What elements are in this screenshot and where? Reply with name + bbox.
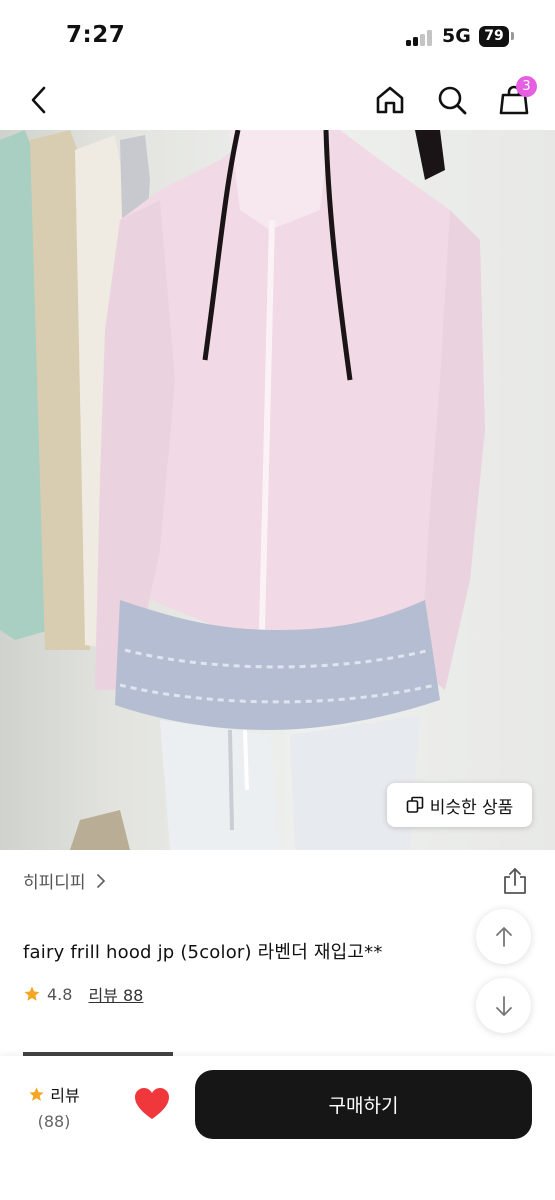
- copy-icon: [406, 796, 423, 813]
- rating-row: 4.8 리뷰 88: [23, 982, 143, 1006]
- shop-link[interactable]: 히피디피: [23, 868, 106, 893]
- product-title: fairy frill hood jp (5color) 라벤더 재입고**: [23, 942, 383, 963]
- scroll-up-button[interactable]: [476, 909, 531, 964]
- shop-name: 히피디피: [23, 873, 86, 893]
- chevron-left-icon: [31, 86, 46, 114]
- review-link[interactable]: 리뷰 88: [88, 982, 143, 1006]
- share-button[interactable]: [500, 866, 530, 896]
- similar-products-label: 비슷한 상품: [429, 797, 514, 818]
- chevron-right-icon: [96, 873, 105, 888]
- home-icon: [376, 86, 404, 114]
- review-tab[interactable]: 리뷰 (88): [22, 1082, 86, 1131]
- arrow-down-icon: [495, 995, 512, 1016]
- scroll-down-button[interactable]: [476, 978, 531, 1033]
- rating-value: 4.8: [47, 984, 73, 1004]
- review-tab-label: 리뷰: [50, 1086, 80, 1105]
- signal-icon: [406, 30, 434, 46]
- product-photo-illustration: [0, 130, 485, 850]
- product-image[interactable]: [0, 130, 555, 850]
- status-bar: 7:27 5G 79: [0, 0, 555, 70]
- search-button[interactable]: [430, 78, 474, 122]
- star-icon: [24, 986, 40, 1001]
- search-icon: [438, 86, 467, 115]
- star-icon: [29, 1086, 44, 1101]
- battery-tip: [511, 32, 514, 40]
- top-nav: [0, 70, 555, 130]
- back-button[interactable]: [17, 78, 61, 122]
- network-label: 5G: [442, 25, 471, 47]
- arrow-up-icon: [495, 926, 512, 947]
- product-detail-screen: 7:27 5G 79 3 비슷한 상품 히피디피 fairy frill hoo…: [0, 0, 555, 1200]
- review-tab-count: (88): [37, 1112, 71, 1131]
- home-button[interactable]: [368, 78, 412, 122]
- battery-icon: 79: [479, 26, 509, 47]
- share-icon: [504, 868, 526, 894]
- status-time: 7:27: [66, 22, 126, 48]
- heart-icon: [135, 1088, 169, 1119]
- buy-button[interactable]: 구매하기: [195, 1070, 532, 1139]
- cart-count-badge: 3: [516, 76, 537, 97]
- like-button[interactable]: [133, 1086, 171, 1122]
- similar-products-button[interactable]: 비슷한 상품: [387, 783, 532, 827]
